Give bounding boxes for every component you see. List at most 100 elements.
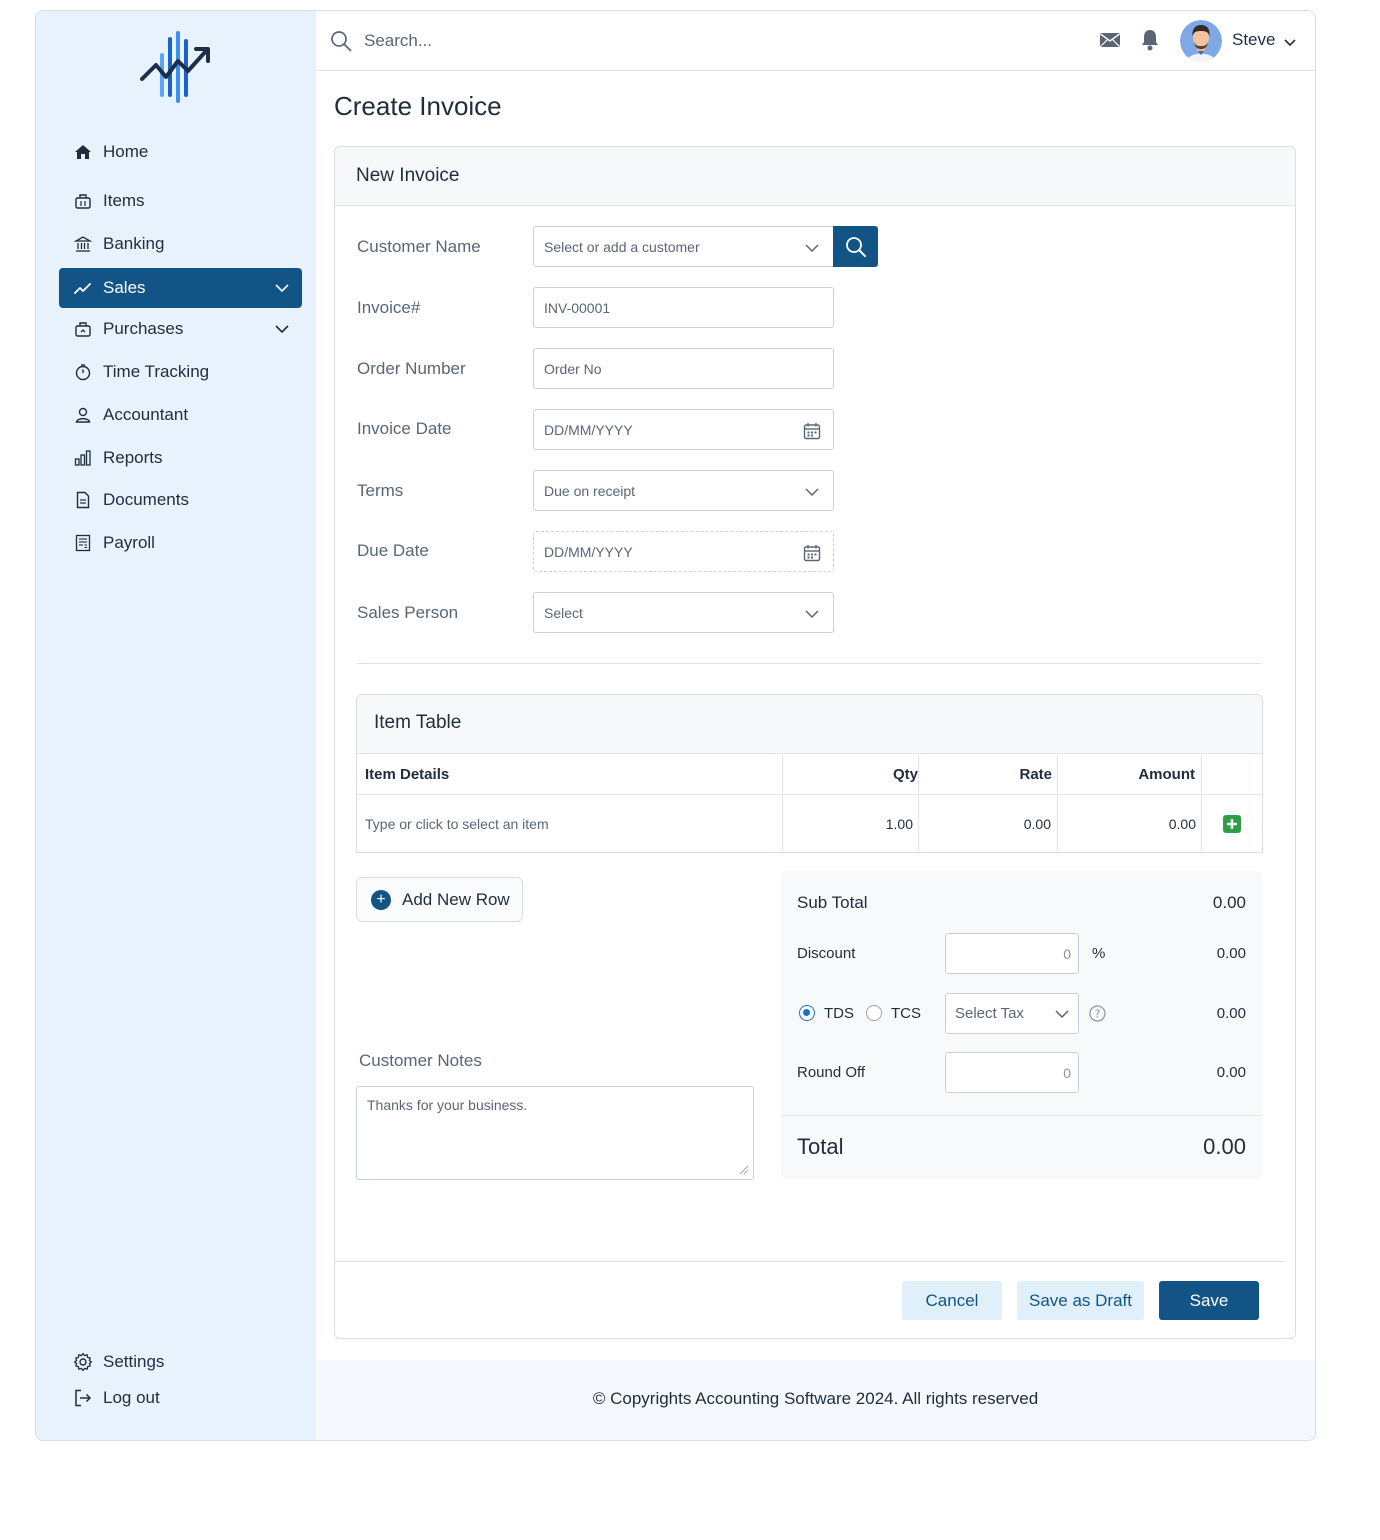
calendar-icon[interactable] bbox=[803, 544, 821, 562]
sidebar-item-label: Items bbox=[103, 191, 145, 210]
item-details-input[interactable]: Type or click to select an item bbox=[365, 795, 780, 852]
discount-input[interactable]: 0 bbox=[945, 933, 1079, 974]
sidebar-item-label: Payroll bbox=[103, 533, 155, 552]
bell-icon[interactable] bbox=[1140, 28, 1160, 52]
customer-name-label: Customer Name bbox=[357, 237, 481, 256]
mail-icon[interactable] bbox=[1099, 30, 1121, 50]
subtotal-label: Sub Total bbox=[797, 893, 868, 912]
sidebar-item-documents[interactable]: Documents bbox=[59, 480, 302, 520]
total-value: 0.00 bbox=[1203, 1134, 1246, 1159]
home-icon bbox=[73, 142, 93, 162]
sales-person-label: Sales Person bbox=[357, 603, 459, 622]
add-new-row-button[interactable]: + Add New Row bbox=[356, 877, 523, 922]
sidebar: Home Items Banking Sales Purchases Time … bbox=[36, 11, 316, 1440]
section-divider bbox=[357, 663, 1261, 664]
sidebar-item-label: Accountant bbox=[103, 405, 189, 424]
help-icon[interactable]: ? bbox=[1089, 1005, 1106, 1022]
invoice-card: New Invoice Customer Name Select or add … bbox=[334, 146, 1296, 1339]
add-item-button[interactable] bbox=[1202, 795, 1262, 852]
total-label: Total bbox=[797, 1134, 844, 1159]
customer-notes-value: Thanks for your business. bbox=[367, 1097, 528, 1113]
tax-select[interactable]: Select Tax bbox=[945, 993, 1079, 1034]
copyright-text: © Copyrights Accounting Software 2024. A… bbox=[592, 1389, 1039, 1408]
invoice-number-value: INV-00001 bbox=[544, 299, 611, 316]
chevron-down-icon bbox=[275, 284, 289, 293]
round-off-input[interactable]: 0 bbox=[945, 1052, 1079, 1093]
item-table-header: Item Table bbox=[357, 695, 1262, 754]
round-off-label: Round Off bbox=[797, 1064, 866, 1081]
due-date-label: Due Date bbox=[357, 541, 429, 560]
sidebar-item-label: Home bbox=[103, 142, 149, 161]
user-name[interactable]: Steve bbox=[1232, 30, 1275, 50]
search-icon bbox=[845, 236, 866, 257]
terms-value: Due on receipt bbox=[544, 482, 636, 499]
gear-icon bbox=[73, 1352, 93, 1372]
due-date-field[interactable]: DD/MM/YYYY bbox=[533, 531, 834, 572]
subtotal-value: 0.00 bbox=[1212, 893, 1246, 912]
search-icon bbox=[331, 31, 352, 52]
cancel-button[interactable]: Cancel bbox=[902, 1281, 1002, 1320]
chevron-down-icon bbox=[805, 610, 819, 619]
save-button[interactable]: Save bbox=[1159, 1281, 1259, 1320]
sidebar-item-label: Banking bbox=[103, 234, 165, 253]
items-icon bbox=[73, 191, 93, 211]
sidebar-item-purchases[interactable]: Purchases bbox=[59, 309, 302, 349]
order-number-placeholder: Order No bbox=[544, 360, 602, 377]
sidebar-item-reports[interactable]: Reports bbox=[59, 438, 302, 478]
customer-notes-textarea[interactable]: Thanks for your business. bbox=[356, 1086, 754, 1180]
qty-input[interactable]: 1.00 bbox=[783, 795, 913, 852]
add-new-row-label: Add New Row bbox=[402, 889, 510, 909]
sidebar-item-accountant[interactable]: Accountant bbox=[59, 395, 302, 435]
sidebar-item-items[interactable]: Items bbox=[59, 181, 302, 221]
document-icon bbox=[73, 490, 93, 510]
sidebar-item-logout[interactable]: Log out bbox=[59, 1378, 302, 1418]
customer-notes-label: Customer Notes bbox=[359, 1051, 482, 1070]
search-input[interactable] bbox=[364, 27, 764, 55]
sidebar-item-time-tracking[interactable]: Time Tracking bbox=[59, 352, 302, 392]
column-header-item-details: Item Details bbox=[365, 754, 785, 795]
invoice-date-field[interactable]: DD/MM/YYYY bbox=[533, 409, 834, 450]
sales-person-select[interactable]: Select bbox=[533, 592, 834, 633]
rate-input[interactable]: 0.00 bbox=[919, 795, 1051, 852]
total-divider bbox=[781, 1115, 1262, 1116]
tax-select-value: Select Tax bbox=[955, 1005, 1024, 1022]
sidebar-item-label: Purchases bbox=[103, 319, 184, 338]
item-table: Item Table Item Details Qty Rate Amount … bbox=[356, 694, 1263, 853]
discount-value: 0.00 bbox=[1216, 945, 1246, 962]
sidebar-item-label: Log out bbox=[103, 1388, 160, 1407]
tcs-label: TCS bbox=[891, 1005, 921, 1022]
timer-icon bbox=[73, 362, 93, 382]
bank-icon bbox=[73, 234, 93, 254]
chevron-down-icon bbox=[275, 325, 289, 334]
app-window: Home Items Banking Sales Purchases Time … bbox=[35, 10, 1316, 1441]
sidebar-item-payroll[interactable]: Payroll bbox=[59, 523, 302, 563]
invoice-number-label: Invoice# bbox=[357, 298, 421, 317]
sidebar-item-label: Documents bbox=[103, 490, 189, 509]
customer-select[interactable]: Select or add a customer bbox=[533, 226, 834, 267]
card-title: New Invoice bbox=[356, 165, 460, 186]
chevron-down-icon[interactable] bbox=[1283, 35, 1297, 49]
tcs-radio[interactable] bbox=[866, 1005, 882, 1021]
tds-radio[interactable] bbox=[799, 1005, 815, 1021]
svg-text:?: ? bbox=[1095, 1008, 1101, 1021]
sidebar-item-settings[interactable]: Settings bbox=[59, 1342, 302, 1382]
sidebar-item-banking[interactable]: Banking bbox=[59, 224, 302, 264]
sidebar-item-sales[interactable]: Sales bbox=[59, 268, 302, 308]
sidebar-item-home[interactable]: Home bbox=[59, 132, 302, 172]
amount-value: 0.00 bbox=[1168, 816, 1196, 832]
tax-value: 0.00 bbox=[1216, 1005, 1246, 1022]
save-draft-button[interactable]: Save as Draft bbox=[1017, 1281, 1144, 1320]
invoice-number-field[interactable]: INV-00001 bbox=[533, 287, 834, 328]
chevron-down-icon bbox=[805, 244, 819, 253]
calendar-icon[interactable] bbox=[803, 422, 821, 440]
terms-select[interactable]: Due on receipt bbox=[533, 470, 834, 511]
tds-label: TDS bbox=[824, 1005, 854, 1022]
avatar[interactable] bbox=[1180, 20, 1222, 62]
chevron-down-icon bbox=[1055, 1010, 1069, 1019]
resize-grip-icon[interactable] bbox=[739, 1165, 749, 1175]
logout-icon bbox=[73, 1388, 93, 1408]
terms-label: Terms bbox=[357, 481, 404, 500]
sidebar-item-label: Settings bbox=[103, 1352, 165, 1371]
order-number-field[interactable]: Order No bbox=[533, 348, 834, 389]
customer-search-button[interactable] bbox=[833, 226, 878, 267]
